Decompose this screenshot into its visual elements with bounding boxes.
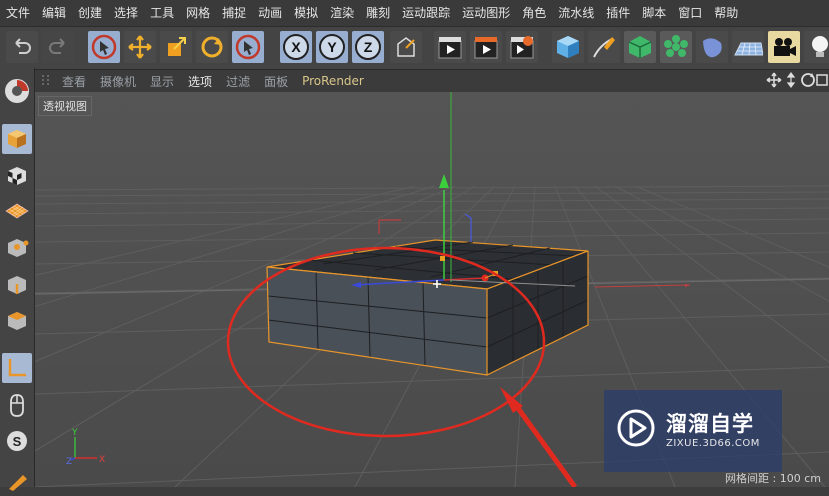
menu-item[interactable]: 窗口 <box>672 0 708 26</box>
left-mode-toolbar: S <box>0 68 35 491</box>
menu-item[interactable]: 流水线 <box>552 0 600 26</box>
menu-item[interactable]: 网格 <box>180 0 216 26</box>
grip-icon <box>40 73 52 87</box>
svg-text:Z: Z <box>364 39 373 55</box>
light-icon[interactable] <box>804 31 829 63</box>
undo-icon[interactable] <box>6 31 38 63</box>
pen-spline-icon[interactable] <box>588 31 620 63</box>
rotate-icon[interactable] <box>196 31 228 63</box>
svg-text:Y: Y <box>327 39 337 55</box>
svg-text:Y: Y <box>71 428 78 438</box>
camera-icon[interactable] <box>768 31 800 63</box>
render-to-picture-viewer-icon[interactable] <box>470 31 502 63</box>
menu-item[interactable]: 角色 <box>516 0 552 26</box>
menu-item[interactable]: 工具 <box>144 0 180 26</box>
menu-item[interactable]: 帮助 <box>708 0 744 26</box>
viewport-menu-item[interactable]: 选项 <box>181 73 219 90</box>
menu-item[interactable]: 选择 <box>108 0 144 26</box>
menu-item[interactable]: 运动跟踪 <box>396 0 456 26</box>
menu-item[interactable]: 编辑 <box>36 0 72 26</box>
menu-item[interactable]: 模拟 <box>288 0 324 26</box>
viewport-label: 透视视图 <box>38 96 92 116</box>
live-selection-icon[interactable] <box>88 31 120 63</box>
viewport-menu-item[interactable]: ProRender <box>295 74 371 88</box>
svg-text:S: S <box>13 434 22 449</box>
main-toolbar: X Y Z <box>0 26 829 70</box>
edges-mode-icon[interactable] <box>2 270 32 300</box>
pan-view-icon[interactable] <box>766 72 782 88</box>
rotate-view-icon[interactable] <box>800 72 816 88</box>
watermark-subtitle: ZIXUE.3D66.COM <box>666 438 760 449</box>
menu-item[interactable]: 创建 <box>72 0 108 26</box>
points-mode-icon[interactable] <box>2 233 32 263</box>
z-axis-lock-icon[interactable]: Z <box>352 31 384 63</box>
scale-icon[interactable] <box>160 31 192 63</box>
viewport-menu-item[interactable]: 显示 <box>143 73 181 90</box>
menu-item[interactable]: 动画 <box>252 0 288 26</box>
last-tool-icon[interactable] <box>232 31 264 63</box>
render-settings-icon[interactable] <box>506 31 538 63</box>
menu-item[interactable]: 渲染 <box>324 0 360 26</box>
grid-spacing-readout: 网格间距 : 100 cm <box>725 472 821 485</box>
viewport-menu-bar: 查看 摄像机 显示 选项 过滤 面板 ProRender <box>35 70 829 92</box>
workplane-icon[interactable] <box>2 196 32 226</box>
menu-item[interactable]: 插件 <box>600 0 636 26</box>
maximize-view-icon[interactable] <box>815 72 829 88</box>
deformer-icon[interactable] <box>696 31 728 63</box>
redo-icon[interactable] <box>42 31 74 63</box>
cloner-icon[interactable] <box>660 31 692 63</box>
watermark-title: 溜溜自学 <box>666 412 754 436</box>
svg-text:Z: Z <box>66 457 72 467</box>
zoom-view-icon[interactable] <box>783 72 799 88</box>
viewport-menu-item[interactable]: 查看 <box>55 73 93 90</box>
sculpt-icon[interactable] <box>2 466 32 496</box>
tweak-mode-icon[interactable] <box>2 390 32 420</box>
menu-item[interactable]: 捕捉 <box>216 0 252 26</box>
viewport-menu-item[interactable]: 面板 <box>257 73 295 90</box>
svg-text:X: X <box>291 39 301 55</box>
texture-mode-icon[interactable] <box>2 161 32 191</box>
render-view-icon[interactable] <box>434 31 466 63</box>
cube-icon[interactable] <box>552 31 584 63</box>
play-logo-icon <box>614 406 658 450</box>
subdivision-icon[interactable] <box>624 31 656 63</box>
y-axis-lock-icon[interactable]: Y <box>316 31 348 63</box>
floor-icon[interactable] <box>732 31 764 63</box>
viewport-menu-item[interactable]: 过滤 <box>219 73 257 90</box>
menu-item[interactable]: 雕刻 <box>360 0 396 26</box>
menu-item[interactable]: 运动图形 <box>456 0 516 26</box>
snap-icon[interactable]: S <box>2 426 32 456</box>
viewport-menu-item[interactable]: 摄像机 <box>93 73 143 90</box>
model-mode-icon[interactable] <box>2 124 32 154</box>
axis-mode-icon[interactable] <box>2 353 32 383</box>
move-icon[interactable] <box>124 31 156 63</box>
make-editable-icon[interactable] <box>2 76 32 106</box>
coordinate-system-icon[interactable] <box>390 31 422 63</box>
svg-text:X: X <box>99 455 105 465</box>
menu-item[interactable]: 脚本 <box>636 0 672 26</box>
x-axis-lock-icon[interactable]: X <box>280 31 312 63</box>
menu-item[interactable]: 文件 <box>0 0 36 26</box>
watermark: 溜溜自学 ZIXUE.3D66.COM <box>604 390 782 472</box>
menu-bar: 文件 编辑 创建 选择 工具 网格 捕捉 动画 模拟 渲染 雕刻 运动跟踪 运动图形 角色 流水线 插件 脚本窗… <box>0 0 829 26</box>
polygons-mode-icon[interactable] <box>2 306 32 336</box>
